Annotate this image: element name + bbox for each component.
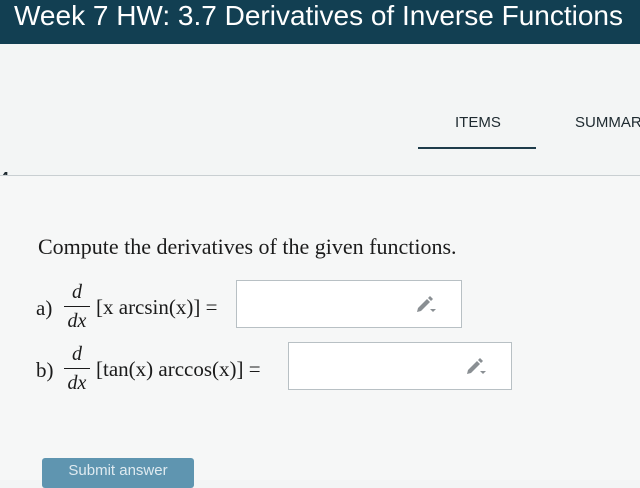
part-b-denominator: dx [67, 372, 87, 394]
part-a-answer-input[interactable] [236, 280, 462, 328]
fraction-bar [64, 368, 90, 369]
part-b-expression: [tan(x) arccos(x)] = [96, 357, 261, 381]
part-b-label: b) [36, 358, 54, 382]
part-a-numerator: d [72, 281, 82, 303]
part-b-derivative-operator: d dx [64, 342, 90, 395]
question-content: Compute the derivatives of the given fun… [0, 176, 640, 488]
part-a-derivative-operator: d dx [64, 280, 90, 333]
part-b-answer-input[interactable] [288, 342, 512, 390]
part-a-label: a) [36, 296, 53, 320]
question-prompt: Compute the derivatives of the given fun… [38, 234, 457, 259]
part-a-expression: [x arcsin(x)] = [96, 295, 218, 319]
active-tab-indicator [418, 147, 536, 149]
fraction-bar [64, 306, 90, 307]
pencil-icon[interactable] [415, 294, 437, 314]
pencil-icon[interactable] [465, 356, 487, 376]
page-title: Week 7 HW: 3.7 Derivatives of Inverse Fu… [14, 0, 623, 31]
submit-answer-button[interactable]: Submit answer [42, 458, 194, 488]
tab-bar: ITEMS SUMMAR 4. [0, 44, 640, 187]
top-header: Week 7 HW: 3.7 Derivatives of Inverse Fu… [0, 0, 640, 44]
part-b-numerator: d [72, 343, 82, 365]
tab-summary[interactable]: SUMMAR [575, 114, 640, 131]
tab-items[interactable]: ITEMS [455, 114, 501, 131]
part-a-denominator: dx [67, 310, 87, 332]
